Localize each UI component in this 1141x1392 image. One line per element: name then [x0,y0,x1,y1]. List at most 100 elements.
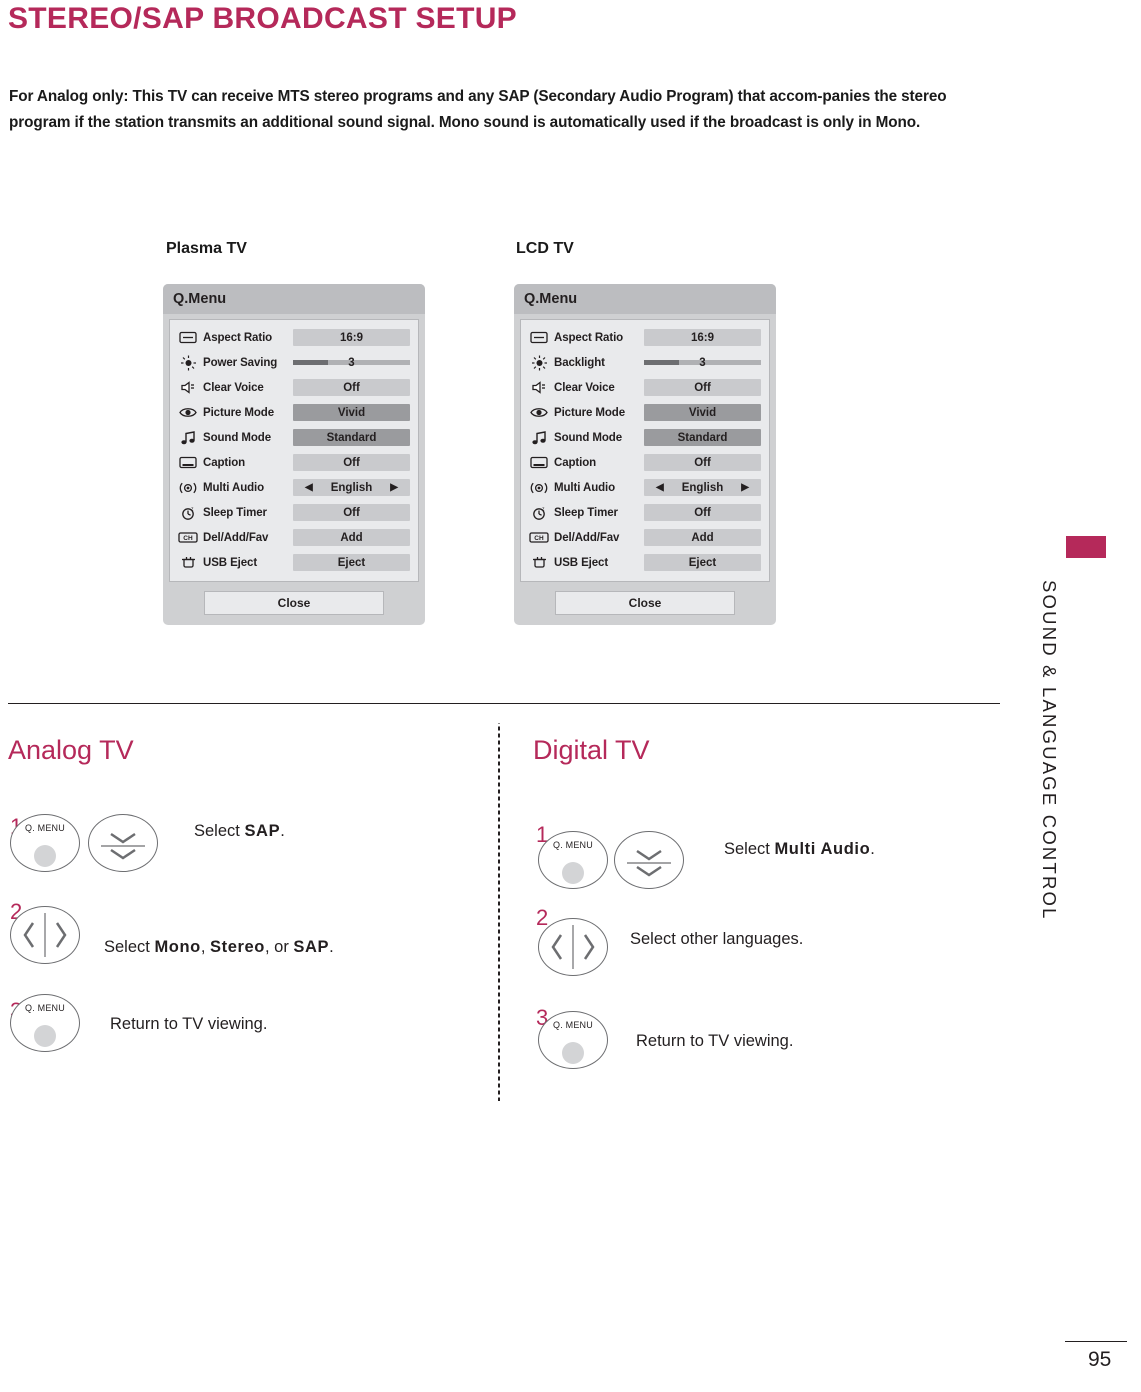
usb-eject-icon [178,555,198,571]
sound-mode-icon [178,430,198,446]
qmenu-row-caption[interactable]: Caption Off [170,450,418,475]
slider-fill [293,360,329,365]
svg-text:z: z [542,506,545,512]
digital-step2-leftright-button[interactable] [538,918,608,976]
qmenu-row-sleep-timer[interactable]: z Sleep Timer Off [521,500,769,525]
qmenu-row-value[interactable]: Off [644,379,761,396]
caption-icon [178,455,198,471]
qmenu-row-label: Clear Voice [203,381,264,394]
clear-voice-icon [178,380,198,396]
analog-step2-suffix: . [329,938,334,956]
analog-step2-keyword3: SAP [293,938,330,956]
lcd-close-button[interactable]: Close [555,591,735,615]
right-arrow-icon[interactable]: ▶ [390,482,398,493]
qmenu-row-value[interactable]: Off [644,504,761,521]
qmenu-row-value[interactable]: Off [644,454,761,471]
qmenu-row-value[interactable]: Add [293,529,410,546]
qmenu-row-value[interactable]: Vivid [293,404,410,421]
qmenu-row-aspect-ratio[interactable]: Aspect Ratio 16:9 [170,325,418,350]
analog-step1-updown-button[interactable] [88,814,158,872]
qmenu-row-value[interactable]: Off [293,454,410,471]
analog-step2-keyword2: Stereo [210,938,265,956]
left-right-chevrons-icon [23,913,67,957]
qmenu-row-sleep-timer[interactable]: z Sleep Timer Off [170,500,418,525]
qmenu-row-value[interactable]: Add [644,529,761,546]
qmenu-row-usb-eject[interactable]: USB Eject Eject [170,550,418,575]
qmenu-row-value[interactable]: 16:9 [293,329,410,346]
qmenu-row-value[interactable]: ◀ English ▶ [293,479,410,496]
lcd-tv-caption: LCD TV [516,240,574,257]
analog-step1-qmenu-button[interactable]: Q. MENU [10,814,80,872]
qmenu-row-aspect-ratio[interactable]: Aspect Ratio 16:9 [521,325,769,350]
qmenu-row-multi-audio[interactable]: Multi Audio ◀ English ▶ [521,475,769,500]
qmenu-row-sound-mode[interactable]: Sound Mode Standard [170,425,418,450]
qmenu-row-value[interactable]: Off [293,379,410,396]
manual-page: STEREO/SAP BROADCAST SETUP For Analog on… [0,0,1141,1392]
analog-step3-qmenu-button[interactable]: Q. MENU [10,994,80,1052]
digital-tv-heading: Digital TV [533,735,650,765]
left-arrow-icon[interactable]: ◀ [656,482,664,493]
qmenu-row-value[interactable]: 3 [293,354,410,371]
digital-step1-suffix: . [870,840,875,858]
analog-step1-keyword: SAP [244,822,281,840]
qmenu-button-dot [34,1025,56,1047]
multi-audio-value: English [330,481,373,494]
analog-step2-leftright-button[interactable] [10,906,80,964]
qmenu-row-value[interactable]: Eject [644,554,761,571]
aspect-ratio-icon [178,330,198,346]
qmenu-row-power-saving[interactable]: Power Saving 3 [170,350,418,375]
qmenu-row-label: Clear Voice [554,381,615,394]
digital-step1-qmenu-button[interactable]: Q. MENU [538,831,608,889]
qmenu-row-label: Aspect Ratio [554,331,624,344]
qmenu-row-value[interactable]: Standard [644,429,761,446]
qmenu-row-label: Sleep Timer [554,506,618,519]
del-add-fav-icon: CH [178,530,198,546]
right-arrow-icon[interactable]: ▶ [741,482,749,493]
qmenu-row-value[interactable]: Off [293,504,410,521]
intro-paragraph: For Analog only: This TV can receive MTS… [9,84,979,136]
qmenu-row-value[interactable]: Vivid [644,404,761,421]
qmenu-row-usb-eject[interactable]: USB Eject Eject [521,550,769,575]
qmenu-row-backlight[interactable]: Backlight 3 [521,350,769,375]
qmenu-row-picture-mode[interactable]: Picture Mode Vivid [521,400,769,425]
qmenu-row-del-add-fav[interactable]: CH Del/Add/Fav Add [521,525,769,550]
qmenu-row-label: USB Eject [203,556,258,569]
qmenu-row-sound-mode[interactable]: Sound Mode Standard [521,425,769,450]
backlight-icon [529,355,549,371]
qmenu-row-picture-mode[interactable]: Picture Mode Vivid [170,400,418,425]
plasma-qmenu-rows: Aspect Ratio 16:9 Power Saving 3 Clear Voice… [169,319,419,582]
qmenu-row-caption[interactable]: Caption Off [521,450,769,475]
caption-icon [529,455,549,471]
qmenu-row-multi-audio[interactable]: Multi Audio ◀ English ▶ [170,475,418,500]
qmenu-row-value[interactable]: Eject [293,554,410,571]
sleep-timer-icon: z [178,505,198,521]
qmenu-row-value[interactable]: ◀ English ▶ [644,479,761,496]
qmenu-row-label: Sound Mode [554,431,622,444]
lcd-qmenu-title: Q.Menu [514,284,776,314]
clear-voice-icon [529,380,549,396]
qmenu-row-label: Picture Mode [203,406,275,419]
analog-step1-suffix: . [280,822,285,840]
analog-step2-text: Select Mono, Stereo, or SAP. [104,938,334,957]
digital-step1-text: Select Multi Audio. [724,840,875,859]
up-down-chevrons-icon [101,832,145,860]
qmenu-button-dot [562,1042,584,1064]
digital-step1-updown-button[interactable] [614,831,684,889]
qmenu-row-clear-voice[interactable]: Clear Voice Off [521,375,769,400]
power-saving-icon [178,355,198,371]
left-arrow-icon[interactable]: ◀ [305,482,313,493]
qmenu-row-value[interactable]: 16:9 [644,329,761,346]
qmenu-button-dot [562,862,584,884]
qmenu-row-clear-voice[interactable]: Clear Voice Off [170,375,418,400]
side-section-label: SOUND & LANGUAGE CONTROL [1039,580,1060,921]
qmenu-button-dot [34,845,56,867]
qmenu-row-label: Del/Add/Fav [554,531,620,544]
digital-step1-qmenu-label: Q. MENU [553,840,593,850]
qmenu-row-value[interactable]: Standard [293,429,410,446]
qmenu-row-value[interactable]: 3 [644,354,761,371]
analog-step2-or: , or [264,938,294,956]
analog-step2-prefix: Select [104,938,155,956]
qmenu-row-del-add-fav[interactable]: CH Del/Add/Fav Add [170,525,418,550]
digital-step3-qmenu-button[interactable]: Q. MENU [538,1011,608,1069]
plasma-close-button[interactable]: Close [204,591,384,615]
